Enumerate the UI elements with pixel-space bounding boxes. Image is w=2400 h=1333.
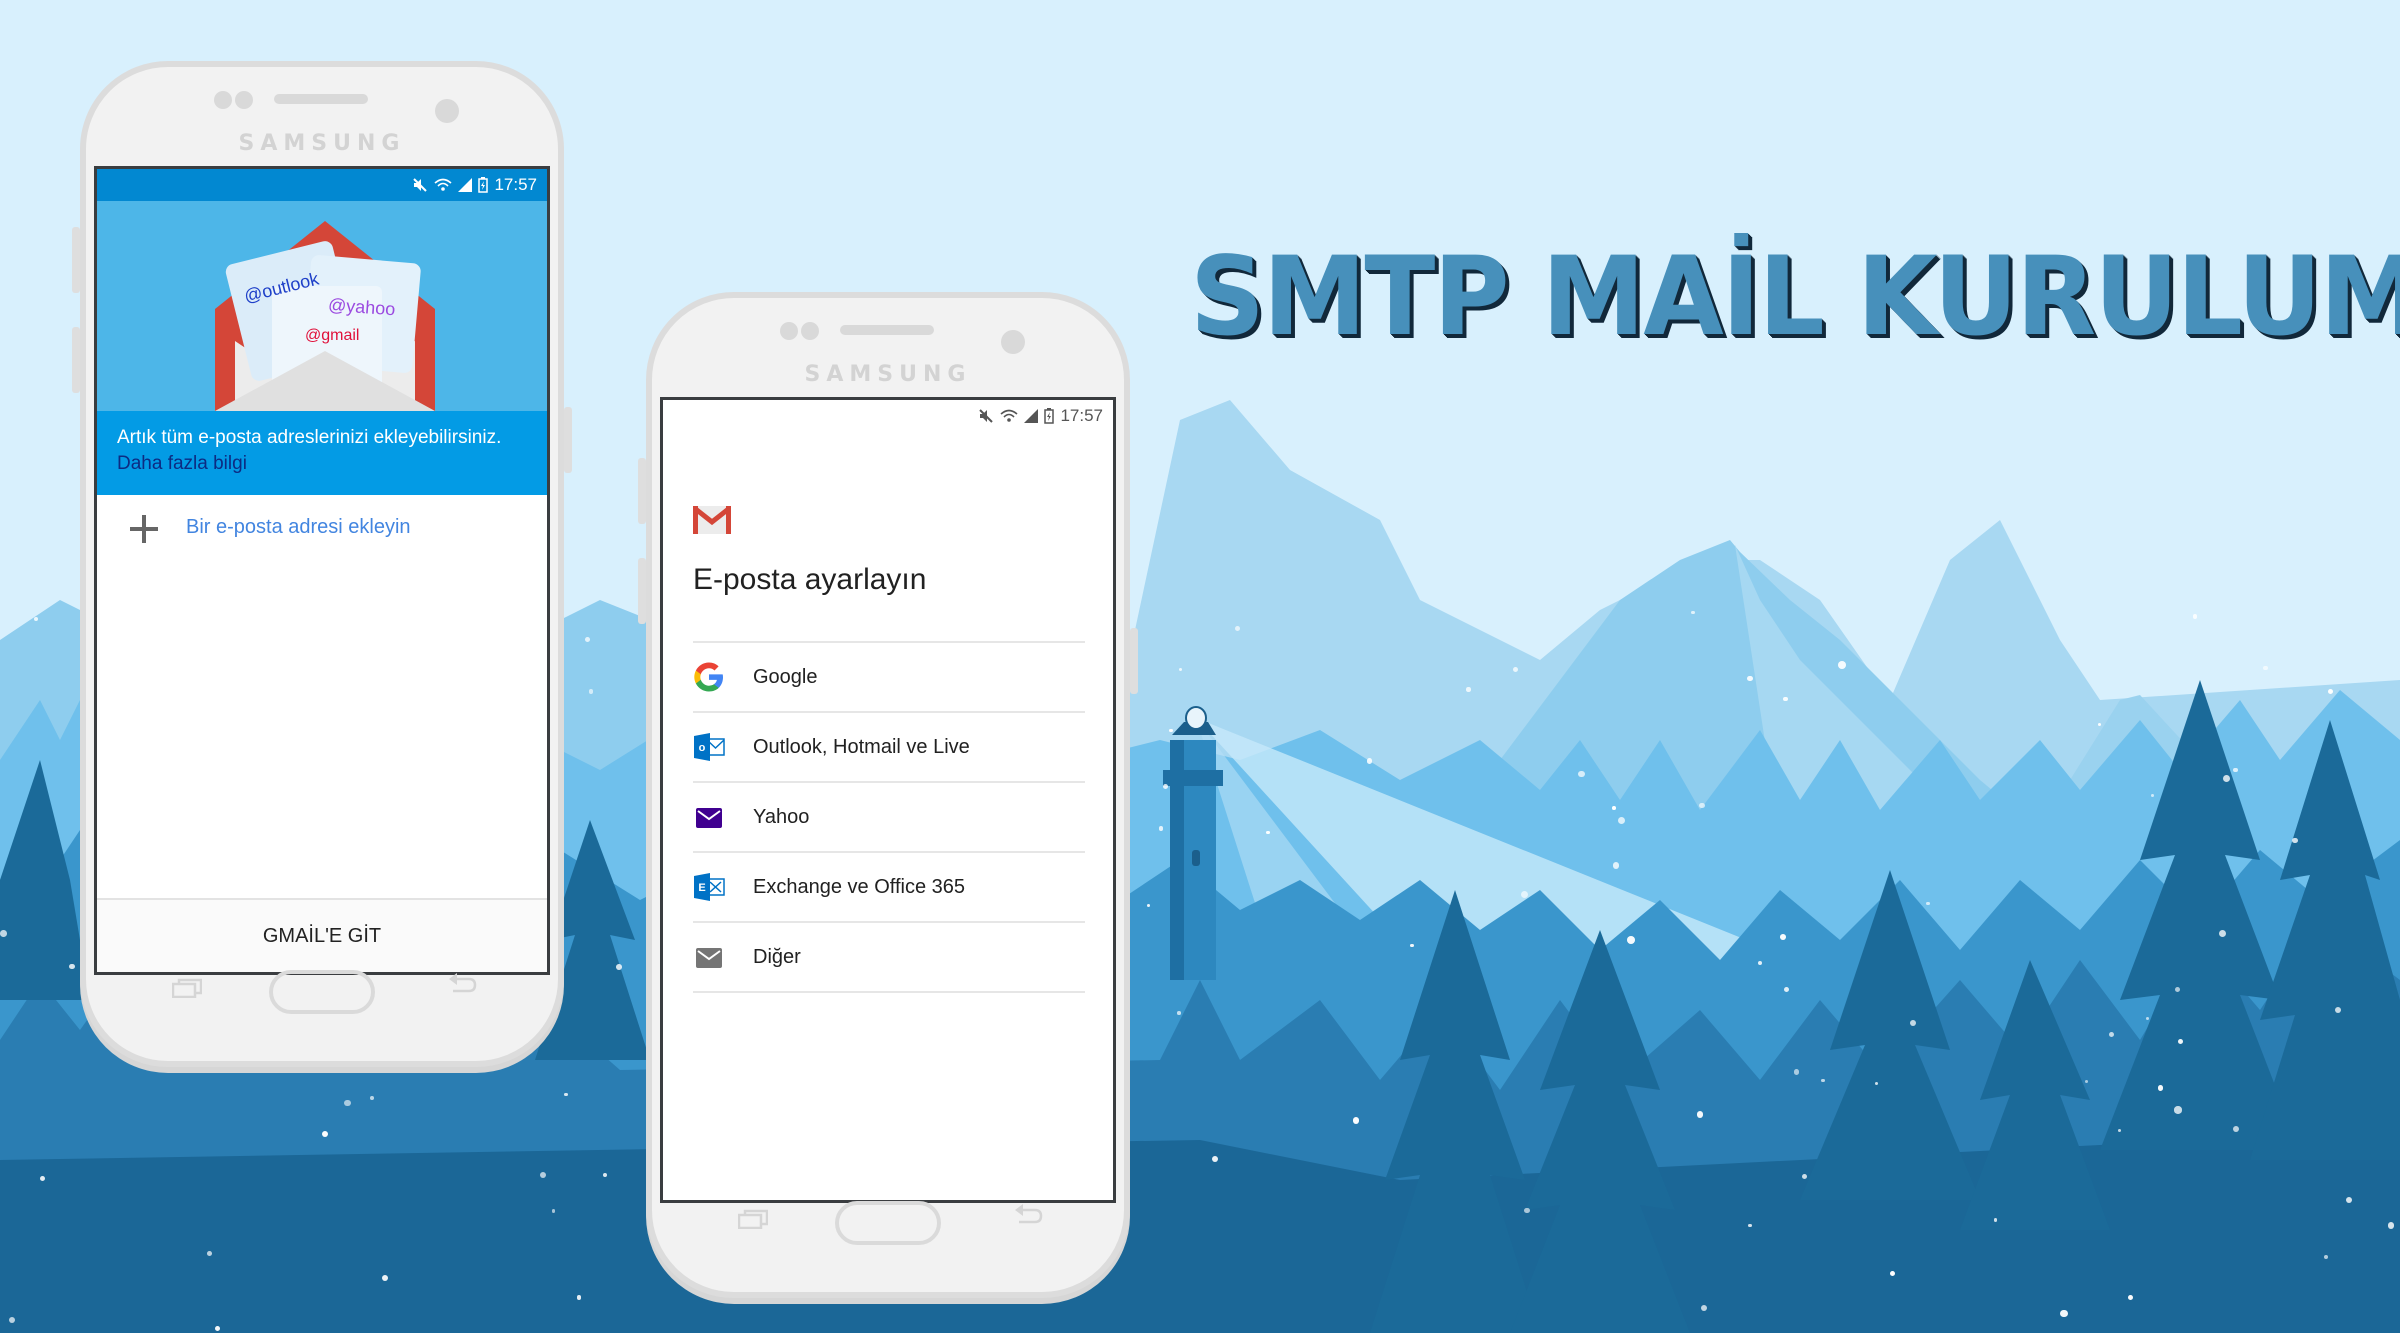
front-camera xyxy=(1001,330,1025,354)
gmail-logo-icon xyxy=(693,506,731,534)
status-bar: 17:57 xyxy=(97,169,547,201)
phone-screen: 17:57 E-posta ayarlayın Google o Outlook… xyxy=(660,397,1116,1203)
power-button xyxy=(564,407,572,473)
setup-email-heading: E-posta ayarlayın xyxy=(693,563,927,596)
page-title: SMTP MAİL KURULUMU xyxy=(1190,232,2400,361)
wifi-icon xyxy=(434,178,452,191)
wifi-icon xyxy=(1000,409,1018,422)
volume-button xyxy=(72,227,80,293)
outlook-icon: o xyxy=(694,733,725,761)
add-email-label: Bir e-posta adresi ekleyin xyxy=(186,516,411,538)
sensor-dot xyxy=(235,91,253,109)
exchange-icon: E xyxy=(694,873,725,901)
go-to-gmail-button[interactable]: GMAİL'E GİT xyxy=(97,898,547,972)
provider-google[interactable]: Google xyxy=(693,643,1085,713)
home-button[interactable] xyxy=(269,970,375,1014)
volume-button xyxy=(638,458,646,524)
svg-text:E: E xyxy=(698,882,705,894)
yahoo-mail-icon xyxy=(696,808,722,828)
add-email-address-button[interactable]: Bir e-posta adresi ekleyin xyxy=(97,495,547,573)
clock: 17:57 xyxy=(1060,406,1103,425)
back-icon[interactable] xyxy=(447,971,477,993)
info-message: Artık tüm e-posta adreslerinizi ekleyebi… xyxy=(117,427,502,448)
google-icon xyxy=(694,662,723,692)
provider-yahoo[interactable]: Yahoo xyxy=(693,783,1085,853)
back-icon[interactable] xyxy=(1013,1202,1043,1224)
battery-charging-icon xyxy=(1044,408,1055,424)
provider-label: Yahoo xyxy=(753,805,810,828)
earpiece-speaker xyxy=(840,325,934,335)
recent-apps-icon[interactable] xyxy=(738,1209,768,1229)
other-mail-icon xyxy=(696,948,722,968)
provider-label: Outlook, Hotmail ve Live xyxy=(753,735,970,758)
gmail-envelope-illustration xyxy=(215,221,435,411)
recent-apps-icon[interactable] xyxy=(172,978,202,998)
mute-icon xyxy=(413,178,428,192)
sensor-dot xyxy=(780,322,798,340)
front-camera xyxy=(435,99,459,123)
sensor-dot xyxy=(214,91,232,109)
home-button[interactable] xyxy=(835,1201,941,1245)
provider-outlook[interactable]: o Outlook, Hotmail ve Live xyxy=(693,713,1085,783)
provider-list: Google o Outlook, Hotmail ve Live Yahoo xyxy=(693,641,1085,993)
mute-icon xyxy=(979,409,994,423)
signal-icon xyxy=(458,178,473,192)
battery-charging-icon xyxy=(478,177,489,193)
svg-text:o: o xyxy=(699,742,706,754)
learn-more-link[interactable]: Daha fazla bilgi xyxy=(117,453,247,475)
provider-other[interactable]: Diğer xyxy=(693,923,1085,993)
status-bar: 17:57 xyxy=(663,400,1113,432)
hero-illustration: @outlook @yahoo @gmail xyxy=(97,201,547,411)
card-label-gmail: @gmail xyxy=(305,327,360,344)
plus-icon xyxy=(130,515,158,543)
lighthouse xyxy=(1163,706,1223,980)
brand-logo: SAMSUNG xyxy=(238,131,406,156)
provider-label: Diğer xyxy=(753,945,801,968)
volume-button xyxy=(72,327,80,393)
power-button xyxy=(1130,628,1138,694)
phone-left: SAMSUNG 17:57 @outlook @yahoo @gmail Art… xyxy=(72,61,572,1067)
phone-screen: 17:57 @outlook @yahoo @gmail Artık tüm e… xyxy=(94,166,550,975)
provider-exchange[interactable]: E Exchange ve Office 365 xyxy=(693,853,1085,923)
signal-icon xyxy=(1024,409,1039,423)
earpiece-speaker xyxy=(274,94,368,104)
phone-right: SAMSUNG 17:57 E-posta ayarlayın Google o… xyxy=(638,292,1138,1298)
sensor-dot xyxy=(801,322,819,340)
volume-button xyxy=(638,558,646,624)
brand-logo: SAMSUNG xyxy=(804,362,972,387)
provider-label: Google xyxy=(753,665,818,688)
info-banner: Artık tüm e-posta adreslerinizi ekleyebi… xyxy=(97,411,547,495)
clock: 17:57 xyxy=(494,175,537,194)
provider-label: Exchange ve Office 365 xyxy=(753,875,965,898)
